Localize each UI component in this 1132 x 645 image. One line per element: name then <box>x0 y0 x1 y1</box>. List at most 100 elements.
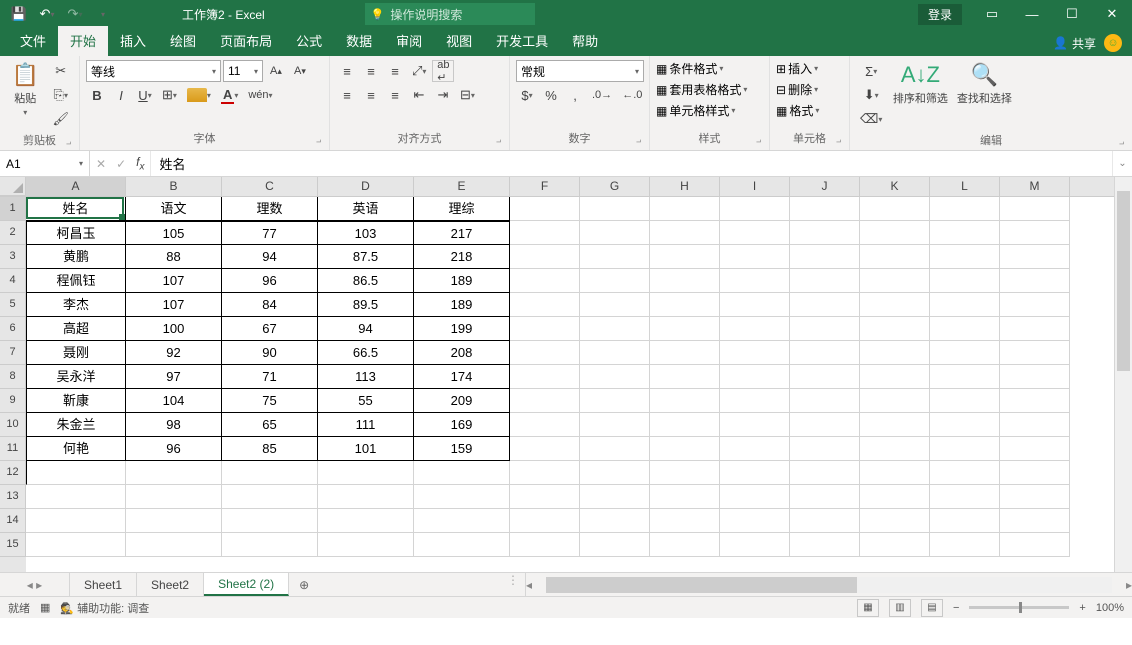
cell-I11[interactable] <box>720 437 790 461</box>
cell-G15[interactable] <box>580 533 650 557</box>
redo-button[interactable]: ↷▾ <box>62 2 88 26</box>
cell-L11[interactable] <box>930 437 1000 461</box>
wrap-text-button[interactable]: ab↵ <box>432 60 454 82</box>
fill-color-button[interactable]: ▾ <box>183 84 215 106</box>
col-header-K[interactable]: K <box>860 177 930 196</box>
align-right-button[interactable]: ≡ <box>384 84 406 106</box>
font-name-select[interactable]: 等线▾ <box>86 60 221 82</box>
cell-A3[interactable]: 黄鹏 <box>26 245 126 269</box>
cell-H3[interactable] <box>650 245 720 269</box>
cell-C9[interactable]: 75 <box>222 389 318 413</box>
align-left-button[interactable]: ≡ <box>336 84 358 106</box>
cell-F13[interactable] <box>510 485 580 509</box>
cell-J8[interactable] <box>790 365 860 389</box>
cell-L10[interactable] <box>930 413 1000 437</box>
format-painter-button[interactable]: 🖌 <box>48 108 73 130</box>
cell-styles-button[interactable]: ▦ 单元格样式 ▾ <box>656 102 735 119</box>
cell-F10[interactable] <box>510 413 580 437</box>
minimize-button[interactable]: — <box>1012 0 1052 28</box>
cell-K12[interactable] <box>860 461 930 485</box>
merge-button[interactable]: ⊟▾ <box>456 84 479 106</box>
cell-D11[interactable]: 101 <box>318 437 414 461</box>
font-color-button[interactable]: A▾ <box>217 84 242 106</box>
cancel-icon[interactable]: ✕ <box>96 157 106 171</box>
cell-D1[interactable]: 英语 <box>318 197 414 221</box>
cell-I7[interactable] <box>720 341 790 365</box>
cell-M5[interactable] <box>1000 293 1070 317</box>
col-header-A[interactable]: A <box>26 177 126 196</box>
cell-I14[interactable] <box>720 509 790 533</box>
cell-H15[interactable] <box>650 533 720 557</box>
cell-L7[interactable] <box>930 341 1000 365</box>
border-button[interactable]: ⊞▾ <box>158 84 181 106</box>
cell-M13[interactable] <box>1000 485 1070 509</box>
cell-C2[interactable]: 77 <box>222 221 318 245</box>
tab-formula[interactable]: 公式 <box>284 26 334 56</box>
feedback-button[interactable]: ☺ <box>1104 34 1122 52</box>
cell-D6[interactable]: 94 <box>318 317 414 341</box>
col-header-L[interactable]: L <box>930 177 1000 196</box>
col-header-G[interactable]: G <box>580 177 650 196</box>
cut-button[interactable]: ✂ <box>48 60 73 82</box>
cell-B8[interactable]: 97 <box>126 365 222 389</box>
cell-C14[interactable] <box>222 509 318 533</box>
cell-D14[interactable] <box>318 509 414 533</box>
paste-button[interactable]: 📋 粘贴 ▾ <box>6 60 44 119</box>
phonetic-button[interactable]: wén▾ <box>244 84 276 106</box>
cell-I10[interactable] <box>720 413 790 437</box>
cell-M10[interactable] <box>1000 413 1070 437</box>
tab-file[interactable]: 文件 <box>8 26 58 56</box>
fx-icon[interactable]: fx <box>136 155 144 172</box>
cell-F3[interactable] <box>510 245 580 269</box>
cell-J14[interactable] <box>790 509 860 533</box>
cell-B10[interactable]: 98 <box>126 413 222 437</box>
cell-K4[interactable] <box>860 269 930 293</box>
cell-I13[interactable] <box>720 485 790 509</box>
cell-D8[interactable]: 113 <box>318 365 414 389</box>
cell-A11[interactable]: 何艳 <box>26 437 126 461</box>
cell-A15[interactable] <box>26 533 126 557</box>
cell-E4[interactable]: 189 <box>414 269 510 293</box>
cell-F1[interactable] <box>510 197 580 221</box>
cell-G6[interactable] <box>580 317 650 341</box>
cell-H5[interactable] <box>650 293 720 317</box>
cell-J10[interactable] <box>790 413 860 437</box>
tab-layout[interactable]: 页面布局 <box>208 26 284 56</box>
tab-help[interactable]: 帮助 <box>560 26 610 56</box>
cell-L3[interactable] <box>930 245 1000 269</box>
cell-K10[interactable] <box>860 413 930 437</box>
sheet-tab-2[interactable]: Sheet2 (2) <box>204 573 289 596</box>
cell-D7[interactable]: 66.5 <box>318 341 414 365</box>
align-center-button[interactable]: ≡ <box>360 84 382 106</box>
cell-C12[interactable] <box>222 461 318 485</box>
page-break-button[interactable]: ▤ <box>921 599 943 617</box>
col-header-B[interactable]: B <box>126 177 222 196</box>
scroll-left-icon[interactable]: ◂ <box>526 578 532 592</box>
page-layout-button[interactable]: ▥ <box>889 599 911 617</box>
cell-G10[interactable] <box>580 413 650 437</box>
cell-G14[interactable] <box>580 509 650 533</box>
cell-G9[interactable] <box>580 389 650 413</box>
cell-C1[interactable]: 理数 <box>222 197 318 221</box>
cell-E1[interactable]: 理综 <box>414 197 510 221</box>
tab-review[interactable]: 审阅 <box>384 26 434 56</box>
indent-dec-button[interactable]: ⇤ <box>408 84 430 106</box>
vertical-scrollbar[interactable] <box>1114 177 1132 572</box>
cell-I6[interactable] <box>720 317 790 341</box>
cell-G4[interactable] <box>580 269 650 293</box>
cell-I4[interactable] <box>720 269 790 293</box>
cell-M3[interactable] <box>1000 245 1070 269</box>
cell-C10[interactable]: 65 <box>222 413 318 437</box>
select-all-corner[interactable] <box>0 177 26 196</box>
cell-J3[interactable] <box>790 245 860 269</box>
cell-J13[interactable] <box>790 485 860 509</box>
cell-A7[interactable]: 聂刚 <box>26 341 126 365</box>
cell-B3[interactable]: 88 <box>126 245 222 269</box>
font-size-select[interactable]: 11▾ <box>223 60 263 82</box>
cell-F14[interactable] <box>510 509 580 533</box>
clear-button[interactable]: ⌫▾ <box>856 108 886 130</box>
col-header-H[interactable]: H <box>650 177 720 196</box>
cell-A8[interactable]: 吴永洋 <box>26 365 126 389</box>
cell-A4[interactable]: 程佩钰 <box>26 269 126 293</box>
cell-K2[interactable] <box>860 221 930 245</box>
